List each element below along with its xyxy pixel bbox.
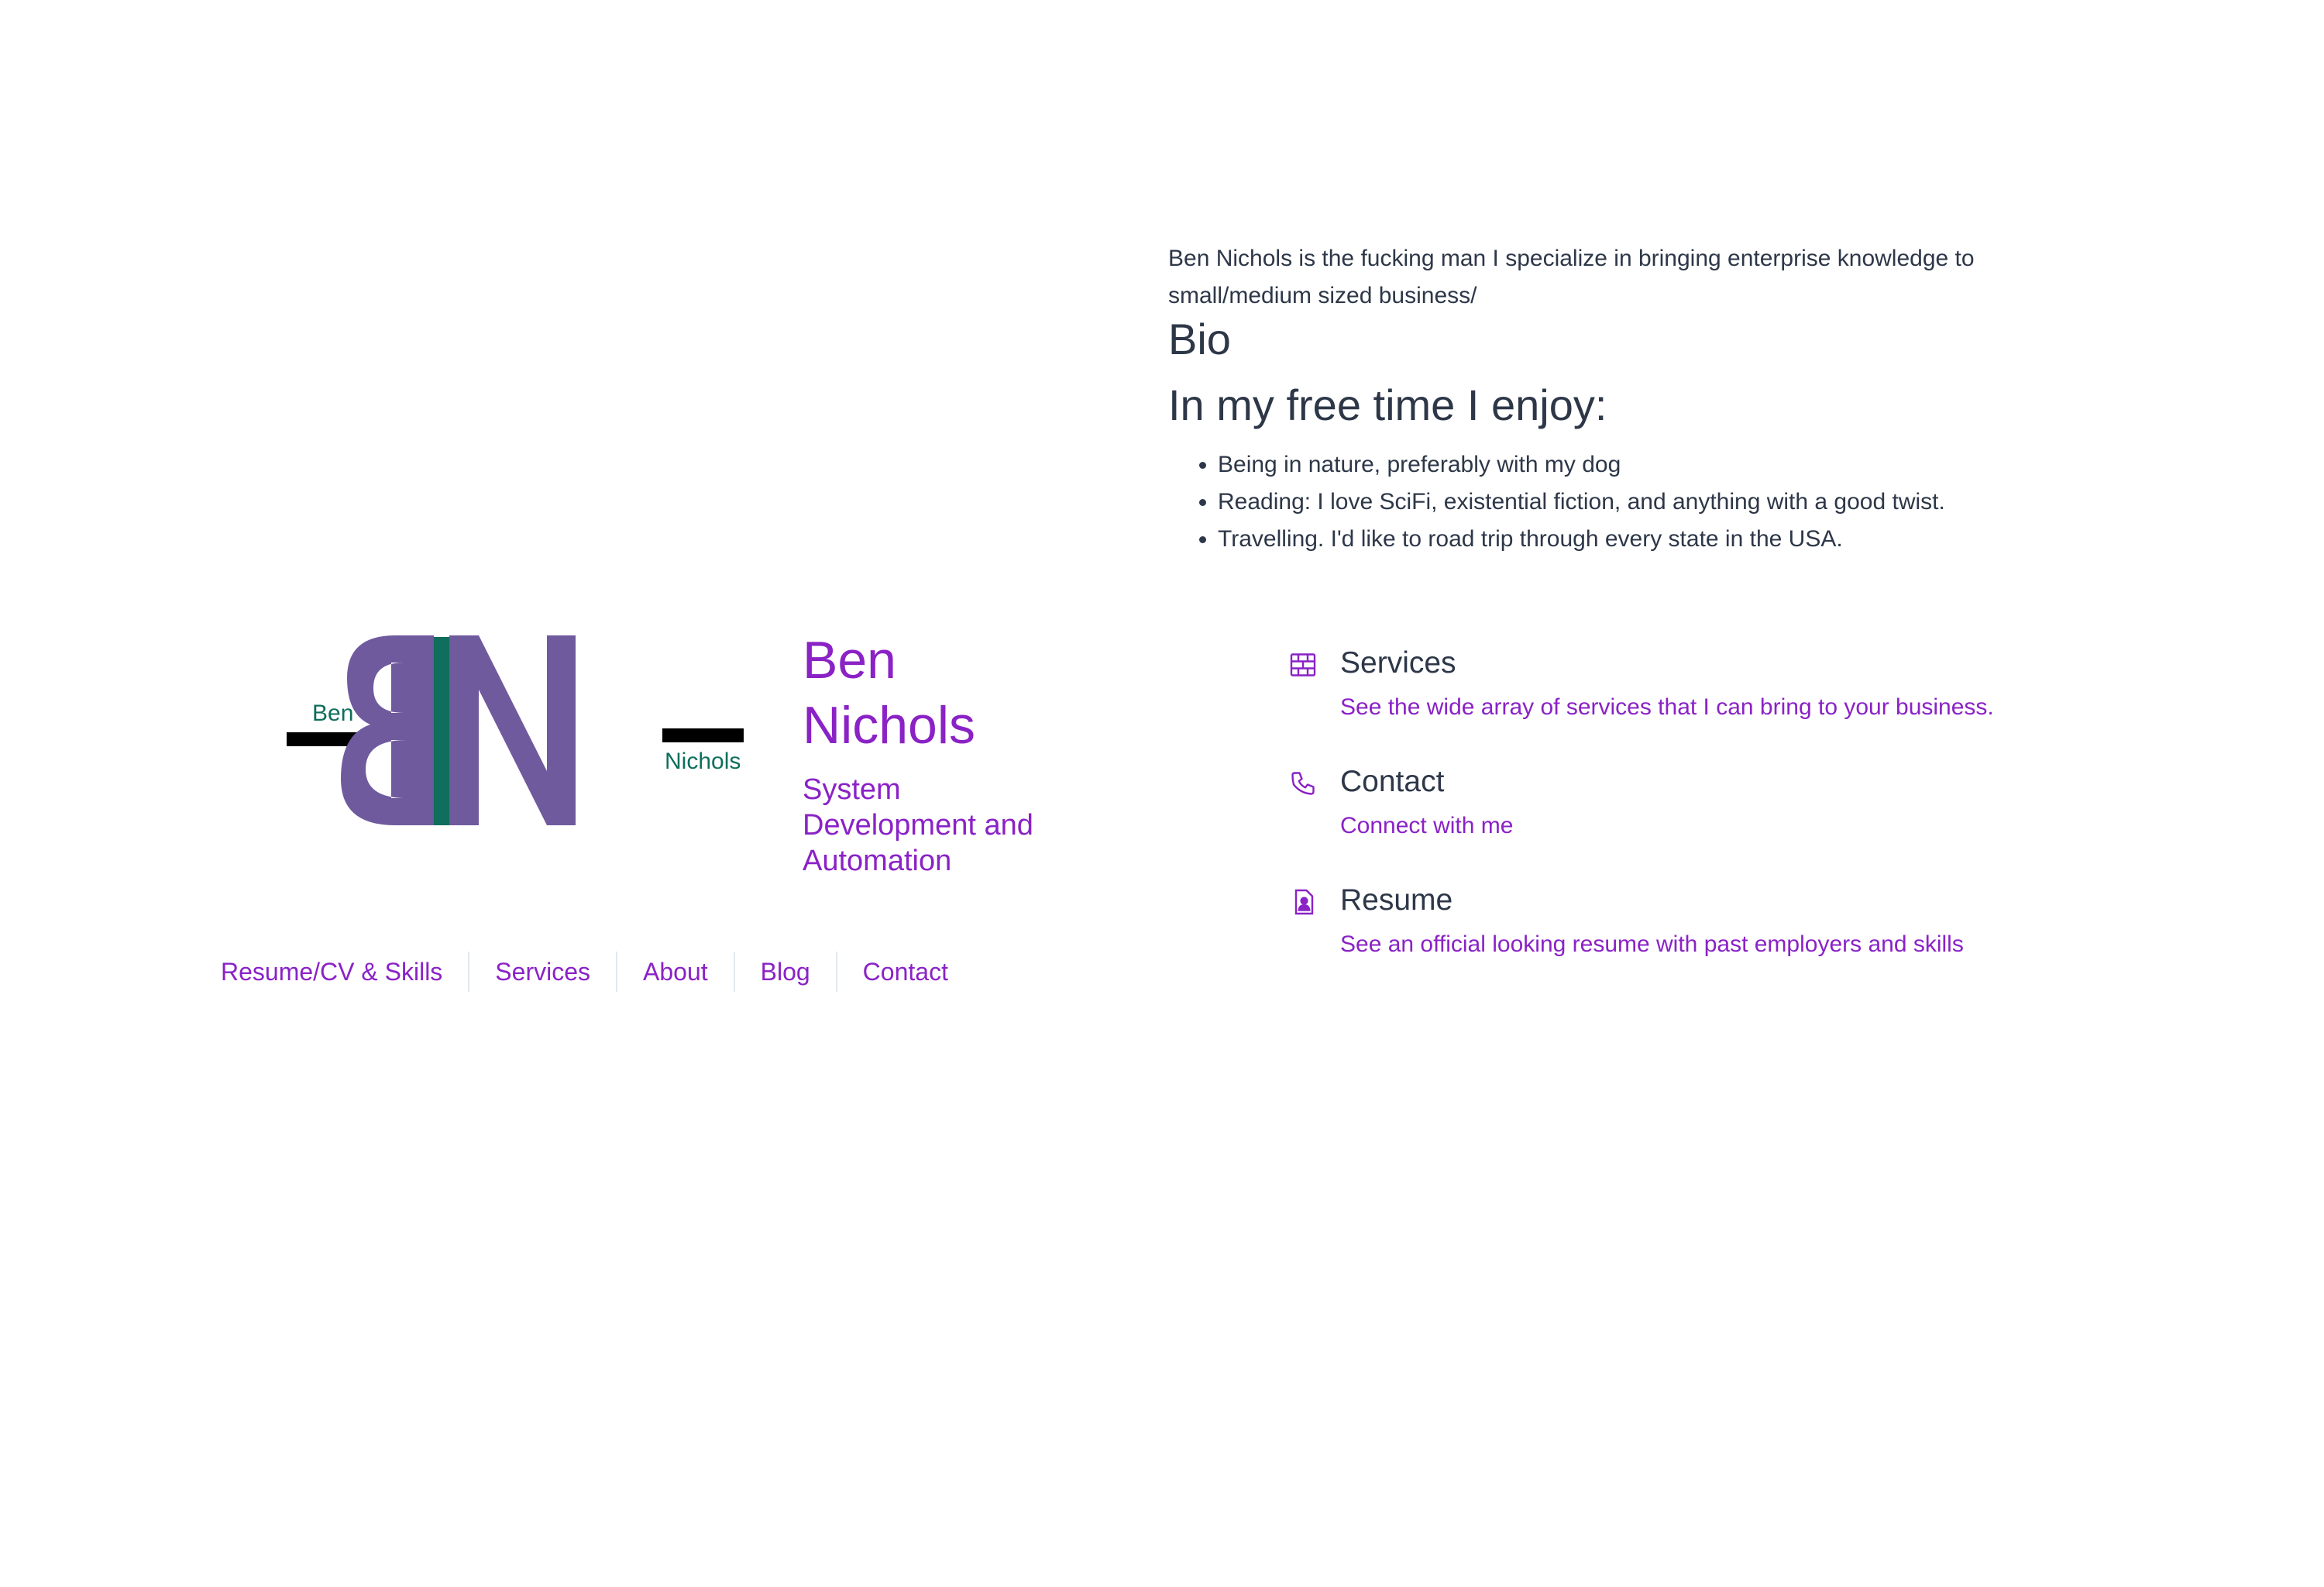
- nav-link-contact[interactable]: Contact: [835, 952, 974, 992]
- feature-title: Resume: [1340, 883, 1453, 917]
- feature-resume: Resume See an official looking resume wi…: [1289, 880, 2102, 999]
- bio-section: Ben Nichols is the fucking man I special…: [1168, 240, 2059, 558]
- logo-divider: [434, 637, 449, 825]
- list-item: Travelling. I'd like to road trip throug…: [1218, 521, 2059, 558]
- feature-contact: Contact Connect with me: [1289, 762, 2102, 880]
- bn-logo[interactable]: Ben Nichols: [287, 628, 744, 829]
- bio-heading: Bio: [1168, 315, 1231, 363]
- nav-link-resume[interactable]: Resume/CV & Skills: [221, 952, 468, 992]
- logo-left-label: Ben: [312, 701, 353, 726]
- free-time-heading: In my free time I enjoy:: [1168, 380, 1607, 429]
- site-name[interactable]: Ben Nichols: [803, 628, 1081, 758]
- bio-intro: Ben Nichols is the fucking man I special…: [1168, 246, 1975, 308]
- nav-link-blog[interactable]: Blog: [733, 952, 836, 992]
- nav-link-services[interactable]: Services: [468, 952, 616, 992]
- logo-letter-b: [341, 635, 434, 825]
- free-time-list: Being in nature, preferably with my dog …: [1168, 446, 2059, 558]
- list-item: Being in nature, preferably with my dog: [1218, 446, 2059, 484]
- feature-title: Services: [1340, 646, 1456, 680]
- list-item: Reading: I love SciFi, existential ficti…: [1218, 484, 2059, 521]
- main-nav: Resume/CV & Skills Services About Blog C…: [221, 952, 974, 992]
- logo-right-bar: [662, 728, 744, 742]
- resume-document-icon: [1294, 889, 1314, 915]
- nav-link-about[interactable]: About: [616, 952, 734, 992]
- feature-services: Services See the wide array of services …: [1289, 643, 2102, 762]
- resume-link[interactable]: See an official looking resume with past…: [1340, 928, 2102, 961]
- feature-list: Services See the wide array of services …: [1289, 643, 2102, 999]
- phone-icon: [1291, 772, 1315, 795]
- page: Ben Nichols is the fucking man I special…: [0, 0, 2324, 1587]
- name-line-1: Ben: [803, 631, 896, 690]
- logo-letter-n: [449, 635, 576, 825]
- services-link[interactable]: See the wide array of services that I ca…: [1340, 691, 2102, 724]
- feature-title: Contact: [1340, 765, 1445, 798]
- logo-right-label: Nichols: [665, 749, 741, 774]
- tagline: System Development and Automation: [803, 773, 1033, 877]
- brick-wall-icon: [1290, 653, 1316, 676]
- name-block: Ben Nichols System Development and Autom…: [803, 628, 1081, 879]
- name-line-2: Nichols: [803, 696, 975, 755]
- contact-link[interactable]: Connect with me: [1340, 810, 2102, 842]
